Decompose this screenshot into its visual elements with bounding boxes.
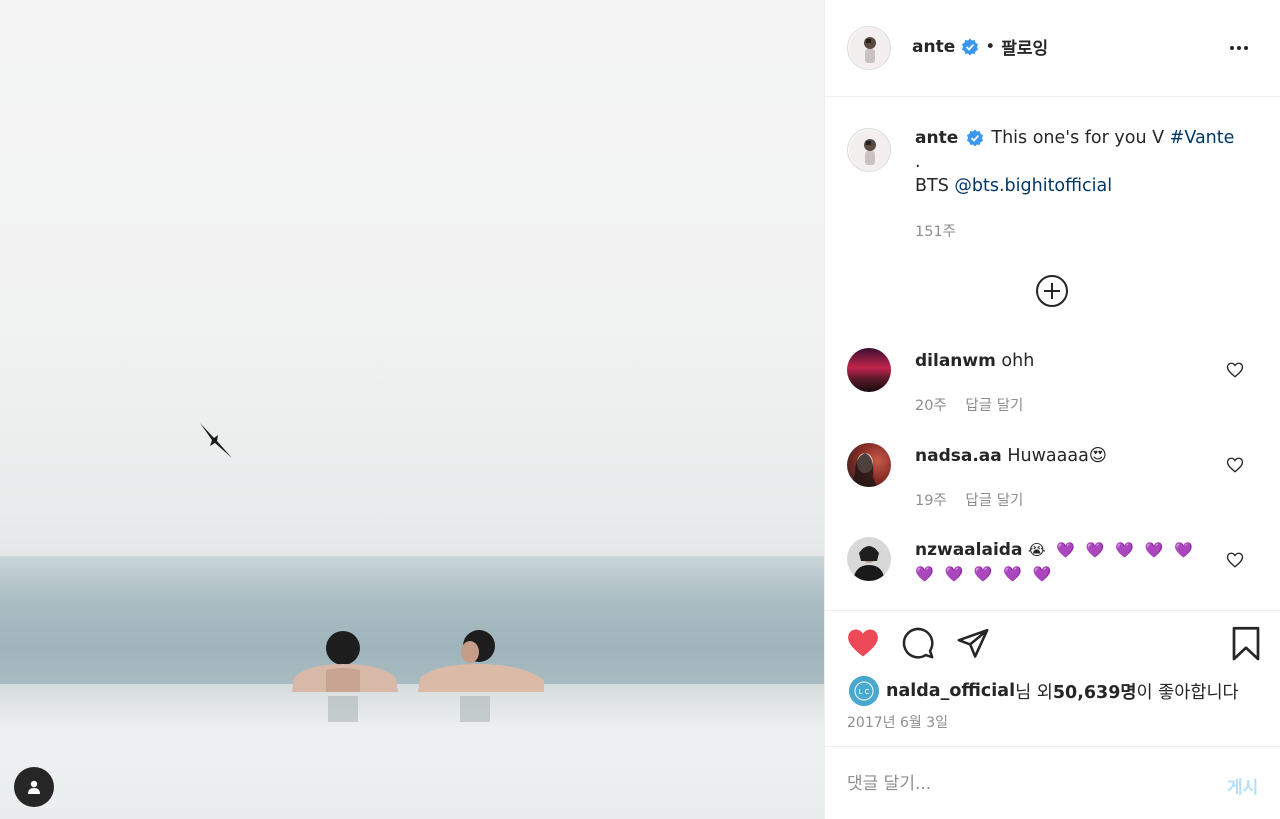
heart-icon[interactable] [845, 626, 881, 660]
comment-like-icon[interactable] [1226, 456, 1244, 474]
liker-username[interactable]: nalda_official [886, 681, 1015, 701]
author-username[interactable]: ante [912, 37, 955, 57]
commenter-username[interactable]: dilanwm [915, 351, 996, 371]
user-tag-icon [28, 780, 40, 794]
likes-mid-text: 님 외 [1015, 682, 1053, 703]
verified-icon [966, 129, 983, 147]
verified-icon [962, 38, 979, 55]
reply-button[interactable]: 답글 달기 [965, 493, 1023, 509]
comment-text: 😭 💜 💜 💜 💜 💜 [1028, 541, 1196, 559]
caption-timestamp[interactable]: 151주 [915, 220, 956, 241]
commenter-avatar[interactable] [847, 537, 891, 581]
more-options-icon[interactable] [1227, 38, 1251, 58]
swimmers [292, 630, 544, 722]
user-tag-button[interactable] [14, 767, 54, 807]
separator-dot: • [985, 36, 996, 57]
caption-username[interactable]: ante [915, 128, 958, 148]
caption-line3-prefix: BTS [915, 176, 949, 196]
following-button[interactable]: 팔로잉 [1001, 34, 1048, 59]
comment-time[interactable]: 20주 [915, 398, 947, 414]
comment-like-icon[interactable] [1226, 551, 1244, 569]
liker-avatar[interactable]: L C [849, 676, 879, 706]
caption-avatar-image [849, 130, 890, 171]
comment-text-line2: 💜 💜 💜 💜 💜 [915, 565, 1055, 583]
caption-hashtag[interactable]: #Vante [1170, 128, 1235, 148]
comment-like-icon[interactable] [1226, 361, 1244, 379]
commenter-avatar[interactable] [847, 443, 891, 487]
comment-text: ohh [1001, 351, 1035, 371]
comment-meta: 19주 답글 달기 [915, 489, 1023, 510]
post-comment-button[interactable]: 게시 [1227, 773, 1258, 798]
commenter-username[interactable]: nzwaalaida [915, 540, 1022, 560]
post-header: ante • 팔로잉 [825, 0, 1280, 97]
post-photo[interactable] [0, 0, 824, 819]
share-icon[interactable] [956, 626, 990, 660]
comment-icon[interactable] [901, 626, 935, 660]
commenter-avatar[interactable] [847, 348, 891, 392]
caption-line2: . [915, 152, 921, 172]
likes-summary: L C nalda_official 님 외 50,639명 이 좋아합니다 [849, 676, 1239, 706]
commenter-username[interactable]: nadsa.aa [915, 446, 1002, 466]
post-detail-panel: ante • 팔로잉 ante This one's for you V #Va… [824, 0, 1280, 819]
post-caption: ante This one's for you V #Vante . BTS @… [915, 126, 1255, 198]
add-comment-bar: 게시 [825, 746, 1280, 819]
svg-text:L C: L C [858, 688, 869, 696]
likes-count[interactable]: 50,639명 [1053, 679, 1137, 704]
caption-text: This one's for you V [991, 128, 1165, 148]
reply-button[interactable]: 답글 달기 [965, 398, 1023, 414]
author-avatar-image [849, 28, 890, 69]
comment-body: nadsa.aa Huwaaaa😍 [915, 444, 1215, 468]
comment-input[interactable] [847, 769, 1207, 799]
comment-meta: 20주 답글 달기 [915, 394, 1023, 415]
bird-silhouette [200, 423, 232, 458]
load-more-comments-icon[interactable] [1035, 274, 1069, 308]
liker-avatar-image: L C [849, 676, 879, 706]
caption-mention[interactable]: @bts.bighitofficial [954, 176, 1112, 196]
comment-body: nzwaalaida 😭 💜 💜 💜 💜 💜 💜 💜 💜 💜 💜 [915, 538, 1215, 586]
comment-time[interactable]: 19주 [915, 493, 947, 509]
caption-avatar[interactable] [847, 128, 891, 172]
commenter-avatar-image [853, 546, 885, 581]
comment-body: dilanwm ohh [915, 349, 1215, 373]
author-avatar[interactable] [847, 26, 891, 70]
post-date[interactable]: 2017년 6월 3일 [847, 712, 948, 732]
bookmark-icon[interactable] [1230, 626, 1262, 662]
commenter-avatar-image [851, 453, 877, 487]
comment-text: Huwaaaa😍 [1007, 446, 1108, 466]
header-user-info: ante • 팔로잉 [912, 34, 1048, 60]
likes-suffix-text: 이 좋아합니다 [1136, 682, 1239, 703]
